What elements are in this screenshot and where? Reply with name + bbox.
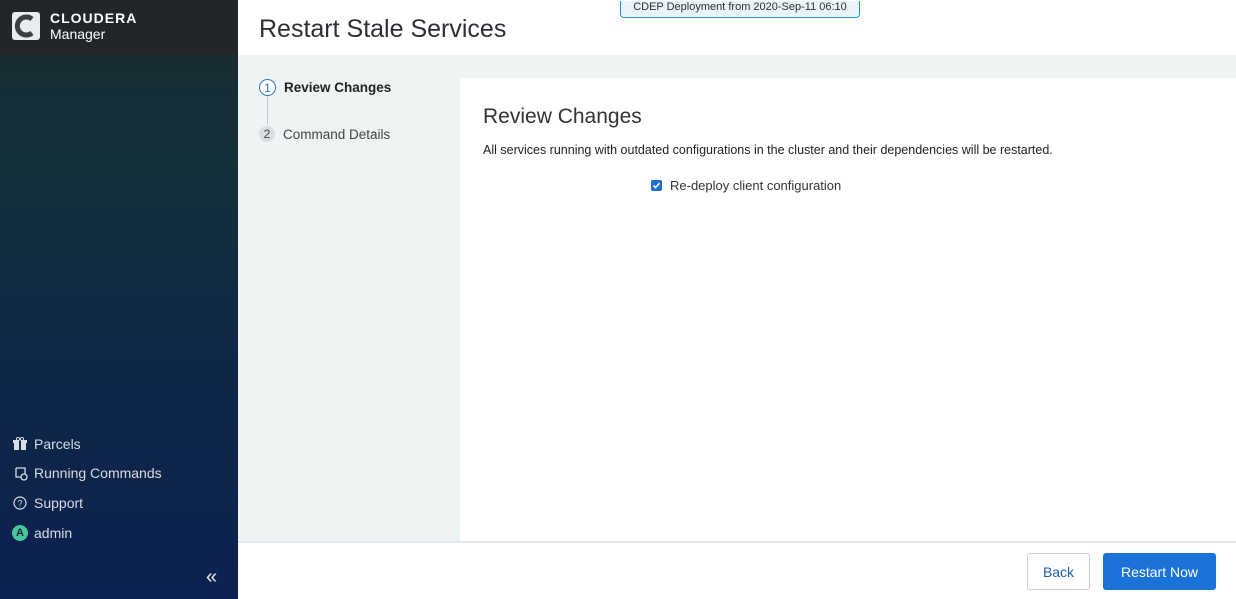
- sidebar-item-label: Running Commands: [34, 465, 162, 481]
- page-title: Restart Stale Services: [259, 15, 507, 43]
- deployment-badge[interactable]: CDEP Deployment from 2020-Sep-11 06:10: [620, 1, 860, 18]
- sidebar-item-parcels[interactable]: Parcels: [12, 436, 81, 452]
- collapse-sidebar-icon[interactable]: «: [206, 566, 217, 589]
- redeploy-client-config-option[interactable]: Re-deploy client configuration: [651, 178, 841, 193]
- content-title: Review Changes: [483, 105, 642, 128]
- sidebar-item-support[interactable]: ? Support: [12, 495, 83, 511]
- step-connector: [267, 96, 268, 124]
- sidebar-item-admin[interactable]: A admin: [12, 525, 72, 541]
- brand-subtitle: Manager: [50, 26, 106, 42]
- brand-header[interactable]: CLOUDERA Manager: [0, 0, 238, 55]
- step-review-changes[interactable]: 1 Review Changes: [259, 79, 391, 96]
- redeploy-checkbox[interactable]: [651, 180, 662, 191]
- step-label: Command Details: [283, 126, 391, 142]
- content-description: All services running with outdated confi…: [483, 143, 1053, 157]
- sidebar-item-label: admin: [34, 525, 73, 541]
- cloudera-logo-icon: [12, 12, 40, 40]
- back-button[interactable]: Back: [1027, 553, 1090, 590]
- sidebar-item-label: Support: [34, 495, 84, 511]
- checkbox-label: Re-deploy client configuration: [670, 178, 842, 193]
- sidebar-item-running-commands[interactable]: Running Commands: [12, 465, 162, 481]
- footer-divider: [238, 541, 1236, 543]
- step-label: Review Changes: [284, 80, 392, 95]
- commands-icon: [12, 465, 28, 481]
- avatar: A: [12, 525, 28, 541]
- help-icon: ?: [12, 495, 28, 511]
- step-number: 1: [259, 79, 276, 96]
- sidebar-item-label: Parcels: [34, 436, 81, 452]
- brand-title: CLOUDERA: [50, 10, 138, 26]
- sidebar: CLOUDERA Manager Parcels Running Command…: [0, 0, 238, 599]
- step-command-details[interactable]: 2 Command Details: [259, 126, 390, 142]
- gift-icon: [12, 436, 28, 452]
- step-number: 2: [259, 126, 275, 142]
- svg-text:?: ?: [17, 499, 22, 509]
- restart-now-button[interactable]: Restart Now: [1103, 553, 1216, 590]
